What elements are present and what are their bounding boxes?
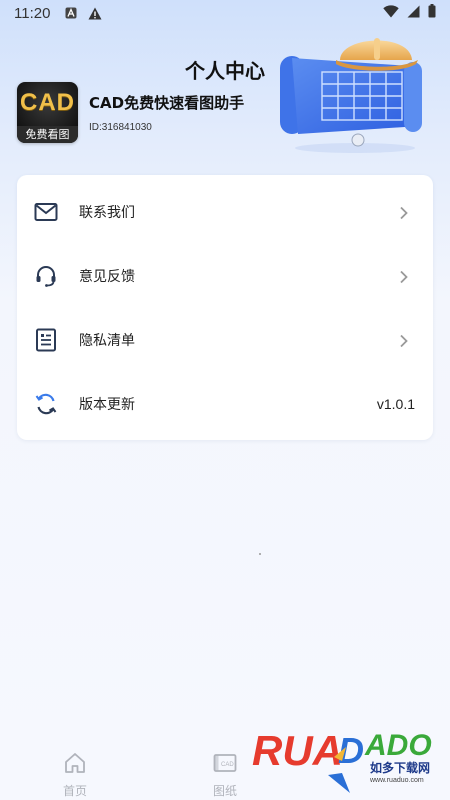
app-name: CAD免费快速看图助手	[89, 94, 245, 112]
version-number: v1.0.1	[376, 396, 415, 412]
chevron-right-icon	[399, 333, 409, 348]
logo-subtext: 免费看图	[17, 126, 78, 143]
warning-icon	[88, 6, 102, 20]
stray-dot	[259, 553, 261, 555]
watermark-subtitle: 如多下载网	[370, 761, 431, 775]
status-bar: 11:20	[0, 0, 450, 26]
menu-item-contact-us[interactable]: 联系我们	[17, 180, 433, 244]
status-time: 11:20	[14, 4, 51, 22]
menu-item-label: 意见反馈	[79, 269, 135, 285]
wifi-icon	[383, 4, 399, 22]
menu-item-label: 隐私清单	[79, 333, 135, 349]
settings-menu-card: 联系我们 意见反馈 隐私清单 版本更新 v1.0.1	[17, 175, 433, 440]
blueprint-hardhat-illustration	[270, 30, 440, 155]
mail-icon	[33, 199, 59, 225]
chevron-right-icon	[399, 205, 409, 220]
menu-item-label: 版本更新	[79, 397, 135, 413]
svg-text:CAD: CAD	[221, 762, 234, 768]
watermark-url: www.ruaduo.com	[370, 777, 424, 784]
menu-item-privacy-list[interactable]: 隐私清单	[17, 308, 433, 372]
logo-cad-text: CAD	[20, 89, 75, 116]
app-logo: CAD 免费看图	[17, 82, 78, 143]
tab-label: 首页	[62, 784, 87, 798]
drawing-icon: CAD	[213, 751, 237, 775]
headset-icon	[33, 263, 59, 289]
chevron-right-icon	[399, 269, 409, 284]
refresh-icon	[33, 391, 59, 417]
home-icon	[63, 751, 87, 775]
svg-text:RUA: RUA	[252, 727, 343, 774]
site-watermark: RUA D ADO 如多下载网 www.ruaduo.com	[250, 715, 450, 800]
menu-item-version-update[interactable]: 版本更新 v1.0.1	[17, 372, 433, 436]
document-list-icon	[33, 327, 59, 353]
signal-icon	[407, 5, 420, 22]
menu-item-feedback[interactable]: 意见反馈	[17, 244, 433, 308]
svg-text:ADO: ADO	[364, 729, 432, 762]
a-letter-icon	[64, 6, 78, 20]
user-id: ID:316841030	[89, 122, 152, 133]
menu-item-label: 联系我们	[79, 205, 135, 221]
tab-home[interactable]: 首页	[40, 746, 110, 800]
battery-icon	[428, 4, 436, 22]
